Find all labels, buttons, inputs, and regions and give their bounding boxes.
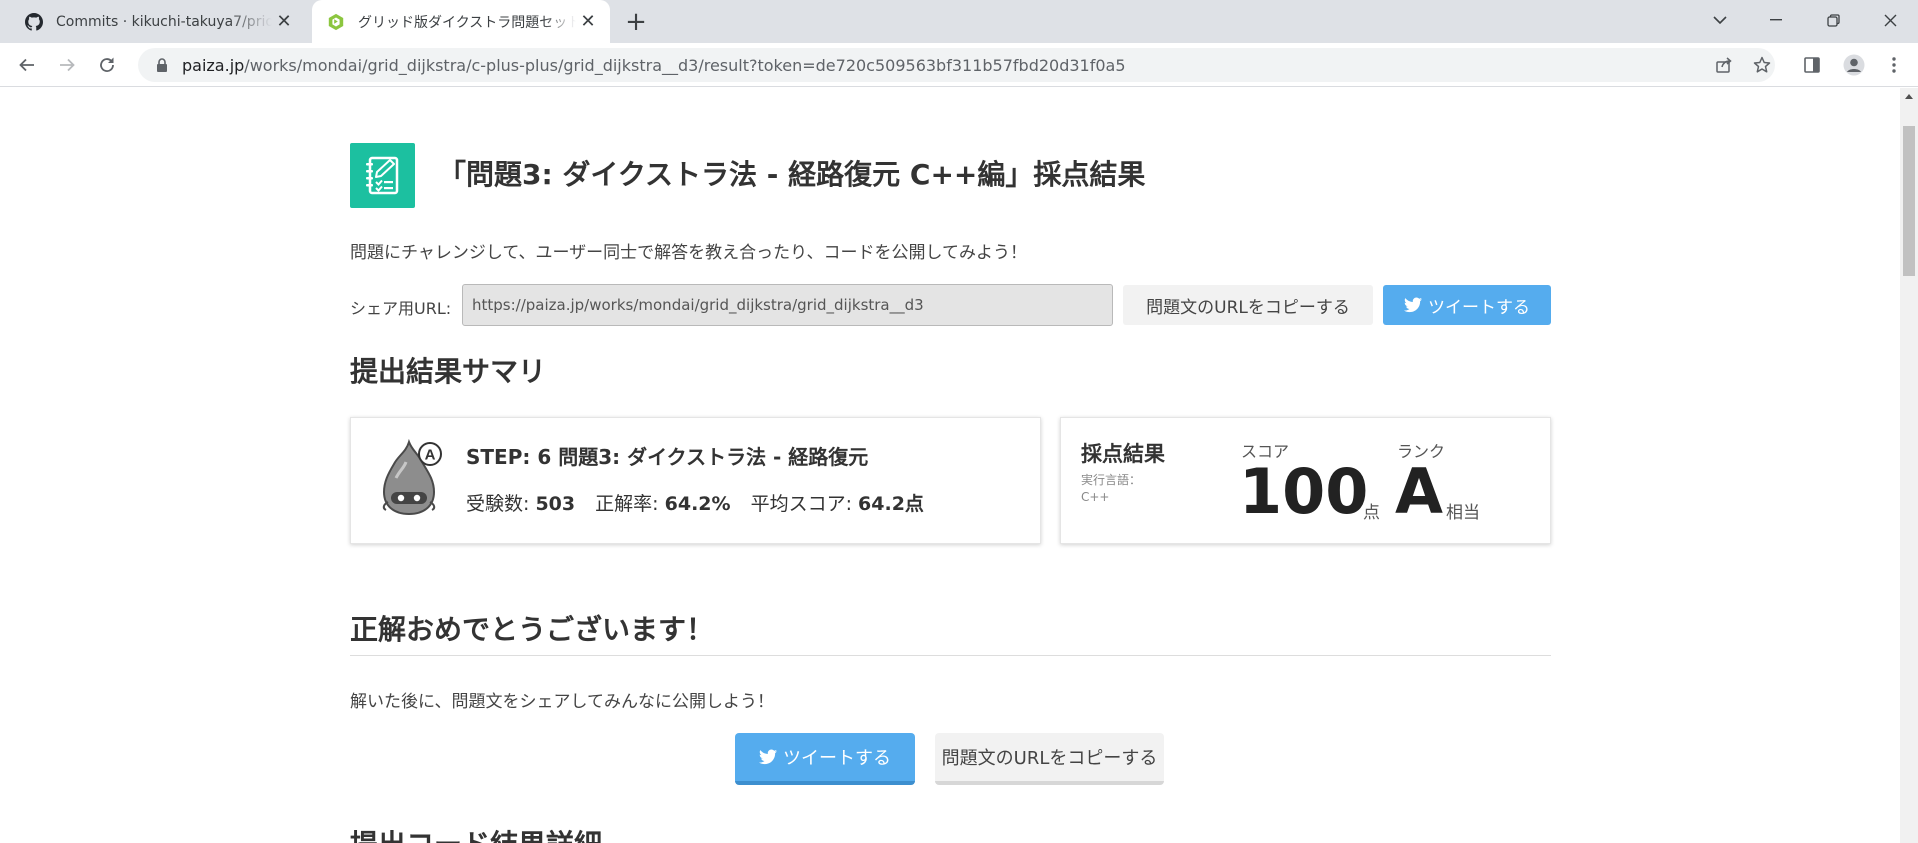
average-score-label: 平均スコア: — [750, 493, 852, 515]
tab-close-icon[interactable]: ✕ — [272, 10, 296, 34]
step-stats: 受験数: 503 正解率: 64.2% 平均スコア: 64.2点 — [466, 489, 924, 516]
bookmark-star-icon[interactable] — [1745, 48, 1779, 82]
tweet-button[interactable]: ツイートする — [1383, 285, 1551, 325]
github-icon — [24, 12, 44, 32]
twitter-icon — [1404, 297, 1422, 313]
copy-url-button-label: 問題文のURLをコピーする — [1146, 297, 1350, 318]
share-url-input[interactable] — [462, 284, 1113, 326]
paiza-icon — [326, 12, 346, 32]
tab-title: Commits · kikuchi-takuya7/priority_queue — [56, 13, 272, 30]
page-header: 「問題3: ダイクストラ法 - 経路復元 C++編」採点結果 — [350, 143, 1551, 209]
minimize-icon[interactable] — [1748, 0, 1804, 40]
copy-url-button-bottom-label: 問題文のURLをコピーする — [941, 748, 1158, 769]
restore-icon[interactable] — [1805, 0, 1861, 40]
side-panel-icon[interactable] — [1795, 48, 1829, 82]
page-viewport: 「問題3: ダイクストラ法 - 経路復元 C++編」採点結果 問題にチャレンジし… — [0, 88, 1900, 843]
intro-text: 問題にチャレンジして、ユーザー同士で解答を教え合ったり、コードを公開してみよう！ — [350, 243, 1027, 263]
tweet-button-bottom-label: ツイートする — [783, 748, 891, 769]
accuracy-label: 正解率: — [595, 493, 659, 515]
step-title: STEP: 6 問題3: ダイクストラ法 - 経路復元 — [466, 445, 869, 469]
attempts-label: 受験数: — [466, 493, 530, 515]
lock-icon[interactable] — [152, 55, 172, 75]
back-icon[interactable] — [12, 50, 42, 80]
result-card: 採点結果 実行言語： C++ スコア 100 点 ランク A 相当 — [1060, 417, 1551, 544]
accuracy-value: 64.2% — [664, 493, 731, 515]
rank-unit: 相当 — [1446, 503, 1480, 523]
summary-heading: 提出結果サマリ — [350, 355, 547, 388]
tab-close-icon[interactable]: ✕ — [576, 10, 600, 34]
result-heading: 採点結果 — [1081, 442, 1165, 466]
new-tab-icon[interactable]: + — [622, 7, 650, 37]
copy-url-button-bottom[interactable]: 問題文のURLをコピーする — [935, 733, 1164, 785]
share-url-row: シェア用URL: 問題文のURLをコピーする ツイートする — [350, 284, 1551, 326]
section-divider — [350, 655, 1551, 656]
score-value: 100 — [1239, 455, 1369, 528]
twitter-icon — [759, 749, 777, 765]
mascot-icon: A — [382, 438, 442, 516]
share-prompt: 解いた後に、問題文をシェアしてみんなに公開しよう！ — [350, 692, 774, 712]
tab-title: グリッド版ダイクストラ問題セット(C++編) — [358, 14, 576, 31]
scrollbar-thumb[interactable] — [1903, 126, 1915, 276]
browser-toolbar: paiza.jp/works/mondai/grid_dijkstra/c-pl… — [0, 43, 1918, 87]
score-unit: 点 — [1363, 503, 1380, 523]
notebook-icon — [350, 143, 415, 208]
share-page-icon[interactable] — [1707, 48, 1741, 82]
page-scrollbar[interactable] — [1900, 88, 1918, 843]
url-text: paiza.jp/works/mondai/grid_dijkstra/c-pl… — [182, 56, 1126, 75]
language-value: C++ — [1081, 490, 1110, 504]
scroll-up-icon[interactable] — [1905, 94, 1913, 99]
tweet-button-label: ツイートする — [1428, 297, 1530, 318]
congrats-heading: 正解おめでとうございます！ — [350, 613, 715, 646]
tweet-button-bottom[interactable]: ツイートする — [735, 733, 915, 785]
close-window-icon[interactable] — [1862, 0, 1918, 40]
attempts-value: 503 — [535, 493, 576, 515]
result-details-heading: 提出コード結果詳細 — [350, 823, 602, 843]
forward-icon[interactable] — [52, 50, 82, 80]
average-score-value: 64.2点 — [858, 493, 924, 515]
address-bar[interactable]: paiza.jp/works/mondai/grid_dijkstra/c-pl… — [138, 48, 1775, 82]
share-url-label: シェア用URL: — [350, 299, 452, 318]
tab-github-commits[interactable]: Commits · kikuchi-takuya7/priority_queue… — [0, 0, 306, 43]
reload-icon[interactable] — [92, 50, 122, 80]
browser-tab-bar: Commits · kikuchi-takuya7/priority_queue… — [0, 0, 1918, 43]
url-host: paiza.jp — [182, 55, 245, 75]
chevron-down-icon[interactable] — [1692, 0, 1748, 40]
copy-url-button[interactable]: 問題文のURLをコピーする — [1123, 285, 1373, 325]
profile-avatar-icon[interactable] — [1837, 48, 1871, 82]
browser-menu-icon[interactable] — [1877, 48, 1911, 82]
svg-text:A: A — [425, 447, 436, 464]
page-title: 「問題3: ダイクストラ法 - 経路復元 C++編」採点結果 — [438, 158, 1146, 191]
rank-value: A — [1395, 455, 1443, 528]
url-path: /works/mondai/grid_dijkstra/c-plus-plus/… — [244, 55, 1126, 75]
language-label: 実行言語： — [1081, 473, 1142, 487]
step-card: A STEP: 6 問題3: ダイクストラ法 - 経路復元 受験数: 503 正… — [350, 417, 1041, 544]
tab-paiza-problem[interactable]: グリッド版ダイクストラ問題セット(C++編) ✕ — [312, 0, 610, 43]
